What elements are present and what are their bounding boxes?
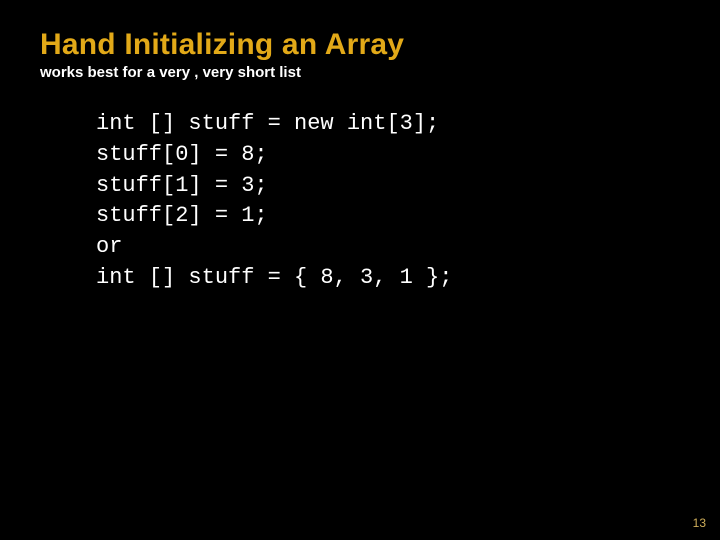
- slide: Hand Initializing an Array works best fo…: [0, 0, 720, 540]
- page-number: 13: [693, 516, 706, 530]
- slide-subtitle: works best for a very , very short list: [0, 62, 720, 81]
- slide-title: Hand Initializing an Array: [0, 0, 720, 62]
- code-block: int [] stuff = new int[3]; stuff[0] = 8;…: [0, 81, 720, 294]
